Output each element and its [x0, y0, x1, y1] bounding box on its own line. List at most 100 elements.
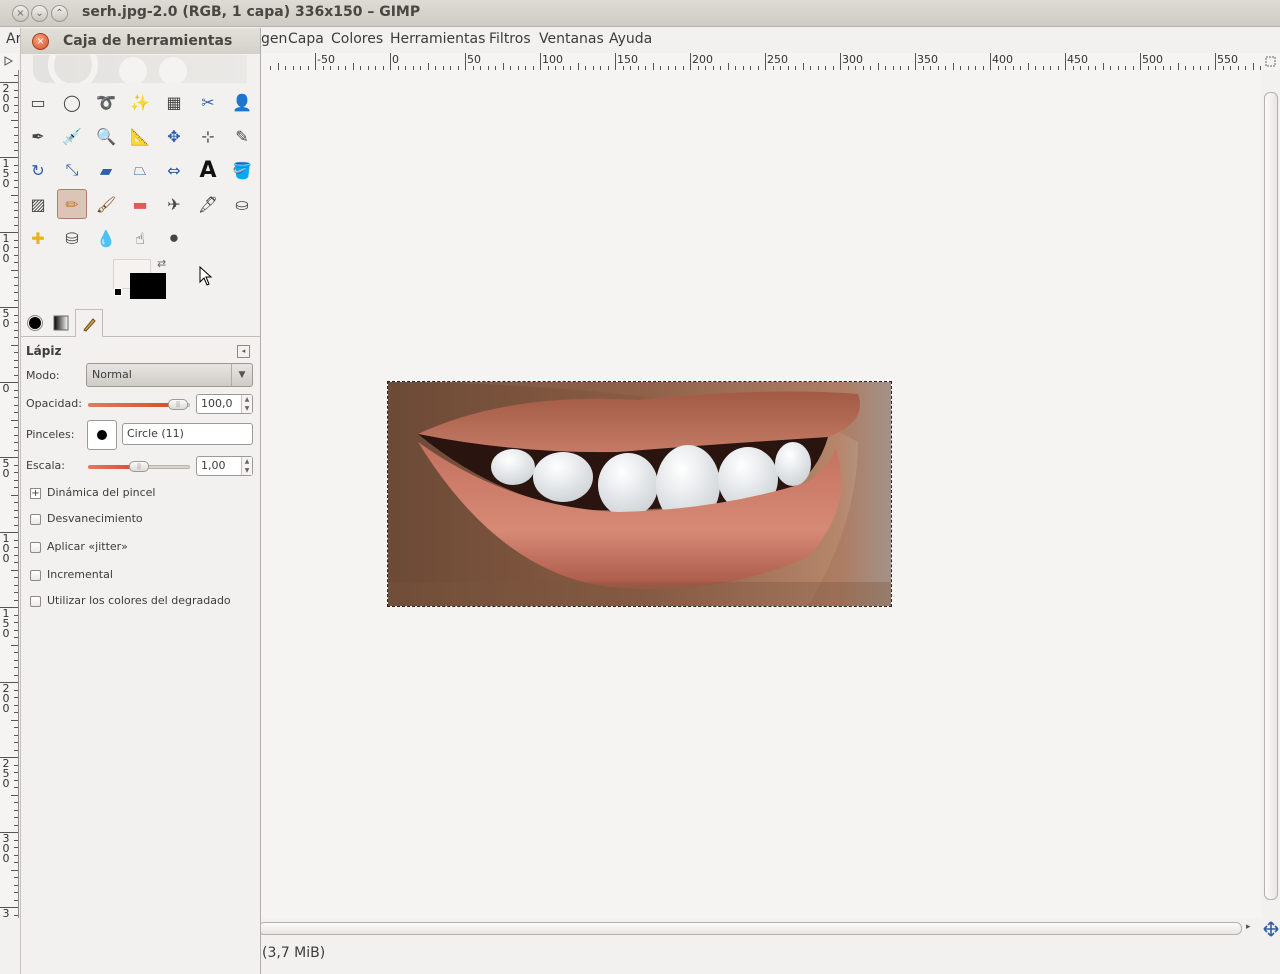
scroll-right-icon[interactable]: ▸: [1246, 922, 1251, 932]
opacity-slider-fill[interactable]: [88, 403, 178, 407]
ruler-tick: [14, 247, 18, 248]
paintbrush-icon[interactable]: 🖌: [91, 189, 121, 219]
blur-icon[interactable]: 💧: [91, 223, 121, 253]
text-icon[interactable]: A: [193, 155, 223, 185]
close-window-icon[interactable]: ×: [12, 5, 29, 22]
menu-herramientas[interactable]: Herramientas: [390, 31, 485, 47]
minimize-window-icon[interactable]: ⌄: [31, 5, 48, 22]
close-toolbox-icon[interactable]: ×: [32, 33, 49, 50]
scissors-icon[interactable]: ✂: [193, 87, 223, 117]
jitter-checkbox[interactable]: [30, 542, 41, 553]
fade-checkbox[interactable]: [30, 514, 41, 525]
rotate-icon[interactable]: ↻: [23, 155, 53, 185]
foreground-select-icon[interactable]: 👤: [227, 87, 257, 117]
ruler-tick: [14, 292, 18, 293]
color-select-icon[interactable]: ▦: [159, 87, 189, 117]
horizontal-ruler[interactable]: -50 0 50 100 150 200 250 300 350 400 450 500 550: [258, 53, 1262, 71]
dynamics-expander-label[interactable]: Dinámica del pincel: [47, 486, 155, 499]
fade-label[interactable]: Desvanecimiento: [47, 512, 143, 525]
fuzzy-select-icon[interactable]: ✨: [125, 87, 155, 117]
horizontal-scrollbar[interactable]: ▸: [258, 918, 1262, 940]
horizontal-scroll-thumb[interactable]: [258, 922, 1242, 935]
zoom-icon[interactable]: 🔍: [91, 121, 121, 151]
eraser-icon[interactable]: ▬: [125, 189, 155, 219]
spin-arrows-icon[interactable]: ▲ ▼: [241, 395, 252, 413]
tab-brushes[interactable]: [24, 312, 46, 334]
ruler-tick: [14, 599, 18, 601]
move-icon[interactable]: ✥: [159, 121, 189, 151]
image-canvas[interactable]: [258, 70, 1262, 918]
ruler-label: 1 0 0: [2, 232, 10, 265]
ruler-tick: [915, 53, 916, 70]
ruler-corner[interactable]: [0, 53, 18, 70]
vertical-scroll-thumb[interactable]: [1264, 92, 1278, 900]
vertical-scrollbar[interactable]: [1262, 70, 1280, 918]
vertical-ruler[interactable]: 2 0 0 1 5 0 1 0 0 5 0 0 5 0 1 0 0 1 5 0 2 0 0 2 5…: [0, 70, 19, 918]
menu-filtros[interactable]: Filtros: [489, 31, 531, 47]
expand-icon[interactable]: +: [30, 488, 41, 499]
opacity-spin[interactable]: 100,0 ▲ ▼: [196, 394, 253, 414]
crop-icon[interactable]: ✎: [227, 121, 257, 151]
rect-select-icon[interactable]: ▭: [23, 87, 53, 117]
perspective-clone-icon[interactable]: ⛁: [57, 223, 87, 253]
spin-arrows-icon[interactable]: ▲ ▼: [241, 457, 252, 475]
image-lips-photo[interactable]: [387, 381, 892, 607]
gradient-colors-checkbox[interactable]: [30, 596, 41, 607]
smudge-icon[interactable]: ☝: [125, 223, 155, 253]
menu-capa[interactable]: Capa: [288, 31, 324, 47]
clone-icon[interactable]: ⛀: [227, 189, 257, 219]
paths-icon[interactable]: ✒: [23, 121, 53, 151]
maximize-window-icon[interactable]: ⌃: [51, 5, 68, 22]
panel-menu-icon[interactable]: ◂: [237, 345, 250, 358]
menu-ventanas[interactable]: Ventanas: [539, 31, 604, 47]
ruler-label: 550: [1217, 53, 1238, 66]
color-picker-icon[interactable]: 💉: [57, 121, 87, 151]
ruler-tick: [1027, 63, 1029, 70]
flip-icon[interactable]: ⇔: [159, 155, 189, 185]
ruler-label: 1 5 0: [2, 157, 10, 190]
background-color-swatch[interactable]: [130, 273, 166, 299]
tab-tool-options[interactable]: [75, 309, 103, 337]
ruler-tick: [14, 299, 18, 301]
menu-colores[interactable]: Colores: [331, 31, 383, 47]
ruler-tick: [14, 547, 18, 548]
airbrush-icon[interactable]: ✈: [159, 189, 189, 219]
measure-icon[interactable]: 📐: [125, 121, 155, 151]
swap-colors-icon[interactable]: ⇄: [157, 257, 166, 270]
scale-spin[interactable]: 1,00 ▲ ▼: [196, 456, 253, 476]
menu-ayuda[interactable]: Ayuda: [609, 31, 652, 47]
tab-gradients[interactable]: [50, 312, 72, 334]
ruler-label: 50: [467, 53, 481, 66]
menu-imagen[interactable]: gen: [261, 31, 287, 47]
ruler-tick: [14, 389, 18, 391]
dodge-burn-icon[interactable]: ⚫: [159, 223, 189, 253]
blend-icon[interactable]: ▨: [23, 189, 53, 219]
scale-icon[interactable]: ⤡: [57, 155, 87, 185]
zoom-fit-icon[interactable]: [1262, 53, 1280, 70]
scale-slider-thumb[interactable]: ||: [129, 461, 149, 472]
brush-preview-button[interactable]: [87, 420, 117, 450]
heal-icon[interactable]: ✚: [23, 223, 53, 253]
ruler-tick: [14, 284, 18, 286]
ellipse-select-icon[interactable]: ◯: [57, 87, 87, 117]
bucket-fill-icon[interactable]: 🪣: [227, 155, 257, 185]
ruler-tick: [315, 53, 316, 70]
jitter-label[interactable]: Aplicar «jitter»: [47, 540, 128, 553]
align-icon[interactable]: ⊹: [193, 121, 223, 151]
gradient-colors-label[interactable]: Utilizar los colores del degradado: [47, 594, 231, 607]
pencil-icon[interactable]: ✏: [57, 189, 87, 219]
perspective-icon[interactable]: ⏢: [125, 155, 155, 185]
incremental-checkbox[interactable]: [30, 570, 41, 581]
ruler-tick: [14, 704, 18, 706]
shear-icon[interactable]: ▰: [91, 155, 121, 185]
ruler-tick: [690, 53, 691, 70]
incremental-label[interactable]: Incremental: [47, 568, 113, 581]
ruler-tick: [11, 344, 18, 346]
navigate-icon[interactable]: [1262, 918, 1280, 940]
mode-select[interactable]: Normal ▼: [86, 363, 253, 387]
default-colors-icon[interactable]: [114, 288, 122, 296]
brush-name-field[interactable]: Circle (11): [122, 423, 253, 445]
opacity-slider-thumb[interactable]: ||: [168, 399, 188, 410]
ink-icon[interactable]: 🖋: [193, 189, 223, 219]
free-select-icon[interactable]: ➰: [91, 87, 121, 117]
